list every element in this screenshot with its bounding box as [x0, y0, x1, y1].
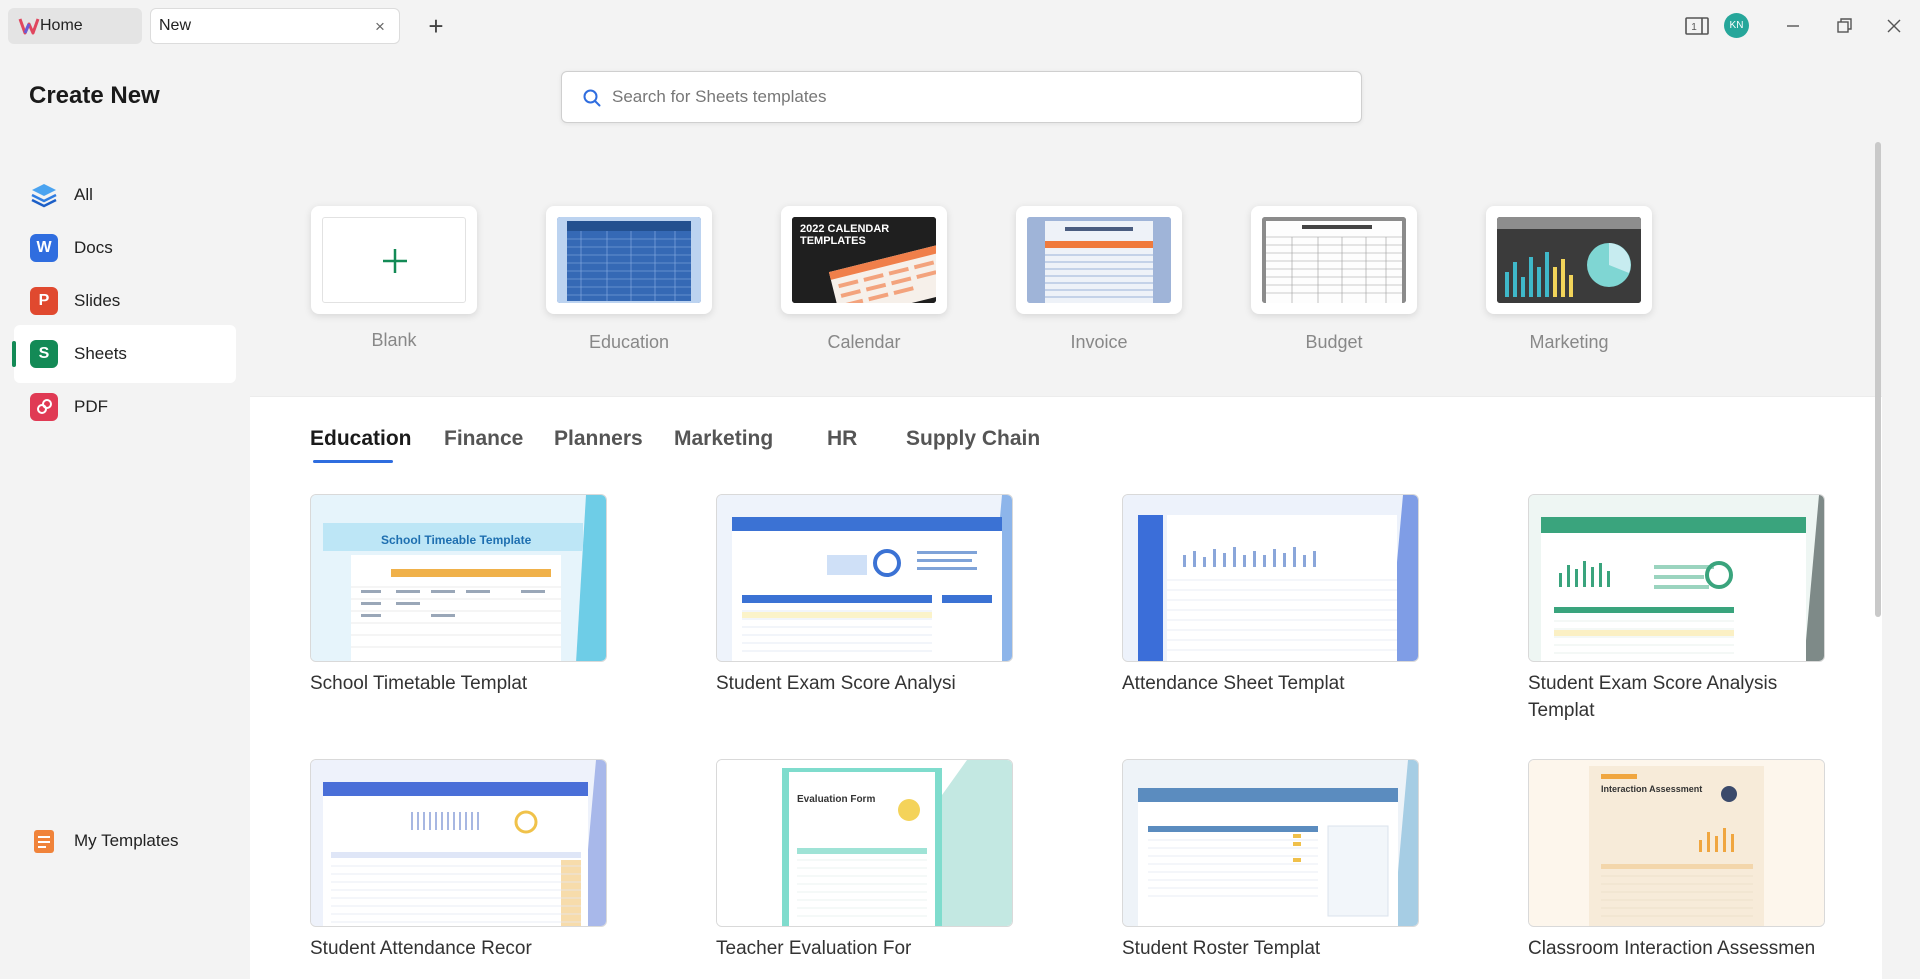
template-title: Classroom Interaction Assessmen	[1528, 938, 1816, 959]
template-title: Attendance Sheet Templat	[1122, 673, 1345, 694]
close-window-icon[interactable]	[1880, 12, 1908, 40]
category-label: Invoice	[1070, 332, 1128, 352]
calendar-thumbnail: 2022 CALENDAR TEMPLATES	[792, 217, 936, 303]
category-label: Marketing	[1529, 332, 1609, 352]
tab-finance[interactable]: Finance	[444, 427, 523, 451]
tab-planners[interactable]: Planners	[554, 427, 643, 451]
plus-icon	[383, 249, 407, 273]
template-card-student-roster[interactable]	[1122, 759, 1419, 927]
tab-education[interactable]: Education	[310, 427, 412, 451]
sidebar-item-slides[interactable]: P Slides	[14, 272, 236, 330]
template-card-student-exam-score-analysis[interactable]	[1528, 494, 1825, 662]
template-thumbnail	[311, 760, 606, 926]
tab-home-label: Home	[40, 17, 83, 34]
template-title: Student Exam Score Analysis Templat	[1528, 673, 1778, 721]
template-card-teacher-evaluation[interactable]: Evaluation Form	[716, 759, 1013, 927]
sidebar-item-label: My Templates	[74, 831, 179, 850]
active-tab-indicator	[313, 460, 393, 463]
wps-logo-icon	[18, 18, 40, 35]
template-thumbnail	[717, 760, 1012, 926]
category-card-calendar[interactable]: 2022 CALENDAR TEMPLATES	[781, 206, 947, 314]
invoice-thumbnail	[1027, 217, 1171, 303]
restore-icon[interactable]	[1830, 12, 1858, 40]
sidebar-item-label: Docs	[74, 238, 113, 257]
template-thumbnail	[717, 495, 1012, 661]
template-card-student-exam-score[interactable]	[716, 494, 1013, 662]
marketing-thumbnail	[1497, 217, 1641, 303]
template-thumbnail	[311, 495, 606, 661]
sidebar-item-label: PDF	[74, 397, 108, 416]
sidebar-item-label: Slides	[74, 291, 121, 310]
template-thumbnail	[1123, 760, 1418, 926]
template-thumbnail	[1123, 495, 1418, 661]
slides-icon: P	[30, 287, 58, 315]
sidebar-item-my-templates[interactable]: My Templates	[14, 812, 236, 870]
template-thumbnail	[1529, 495, 1824, 661]
sidebar-item-all[interactable]: All	[14, 166, 236, 224]
search-bar[interactable]	[561, 71, 1362, 123]
title-bar: Home New × + 1 KN	[0, 0, 1920, 52]
layers-icon	[31, 184, 57, 208]
category-label: Blank	[371, 330, 417, 350]
sidebar-item-label: All	[74, 185, 93, 204]
tab-marketing[interactable]: Marketing	[674, 427, 773, 451]
page-title: Create New	[29, 82, 160, 109]
template-thumb-title: School Timeable Template	[381, 533, 532, 547]
category-card-invoice[interactable]	[1016, 206, 1182, 314]
docs-icon: W	[30, 234, 58, 262]
education-thumbnail	[557, 217, 701, 303]
tab-home[interactable]: Home	[8, 8, 142, 44]
tab-hr[interactable]: HR	[827, 427, 857, 451]
template-title: Teacher Evaluation For	[716, 938, 912, 959]
search-input[interactable]	[612, 82, 1332, 112]
sidebar-item-sheets[interactable]: S Sheets	[12, 325, 236, 383]
template-card-student-attendance[interactable]	[310, 759, 607, 927]
pdf-icon	[30, 393, 58, 421]
minimize-icon[interactable]	[1779, 12, 1807, 40]
tab-new[interactable]: New ×	[150, 8, 400, 44]
sidebar-item-label: Sheets	[74, 344, 127, 363]
category-card-budget[interactable]	[1251, 206, 1417, 314]
template-title: Student Roster Templat	[1122, 938, 1321, 959]
blank-thumbnail	[322, 217, 466, 303]
page-indicator: 1	[1691, 22, 1697, 33]
category-band: Blank Education 2022 CALENDAR TEMPLATES …	[250, 142, 1882, 397]
template-card-attendance-sheet[interactable]	[1122, 494, 1419, 662]
template-title: School Timetable Templat	[310, 673, 528, 694]
template-thumb-title: Interaction Assessment	[1601, 784, 1703, 794]
page-view-icon[interactable]: 1	[1683, 12, 1711, 40]
scrollbar[interactable]	[1875, 142, 1881, 617]
template-title: Student Attendance Recor	[310, 938, 532, 959]
sidebar: Create New All W Docs P Slides S Sheets …	[0, 52, 250, 979]
new-tab-button[interactable]: +	[422, 12, 450, 40]
sidebar-item-docs[interactable]: W Docs	[14, 219, 236, 277]
category-label: Education	[588, 332, 670, 352]
category-card-marketing[interactable]	[1486, 206, 1652, 314]
close-tab-icon[interactable]: ×	[371, 18, 389, 36]
template-card-classroom-interaction[interactable]: Interaction Assessment	[1528, 759, 1825, 927]
sheets-icon: S	[30, 340, 58, 368]
category-label: Calendar	[827, 332, 901, 352]
tab-new-label: New	[159, 17, 192, 34]
main-panel: Blank Education 2022 CALENDAR TEMPLATES …	[250, 142, 1882, 979]
category-card-blank[interactable]	[311, 206, 477, 314]
tab-supply-chain[interactable]: Supply Chain	[906, 427, 1040, 451]
category-label: Budget	[1305, 332, 1363, 352]
avatar[interactable]: KN	[1724, 13, 1749, 38]
template-thumb-title: Evaluation Form	[797, 794, 876, 805]
calendar-thumb-text: 2022 CALENDAR TEMPLATES	[800, 223, 890, 247]
template-card-school-timetable[interactable]: School Timeable Template	[310, 494, 607, 662]
my-templates-icon	[34, 830, 54, 853]
template-title: Student Exam Score Analysi	[716, 673, 956, 694]
budget-thumbnail	[1262, 217, 1406, 303]
category-tabs: Education Finance Planners Marketing HR …	[310, 427, 1110, 467]
search-icon	[583, 89, 601, 107]
sidebar-item-pdf[interactable]: PDF	[14, 378, 236, 436]
category-card-education[interactable]	[546, 206, 712, 314]
